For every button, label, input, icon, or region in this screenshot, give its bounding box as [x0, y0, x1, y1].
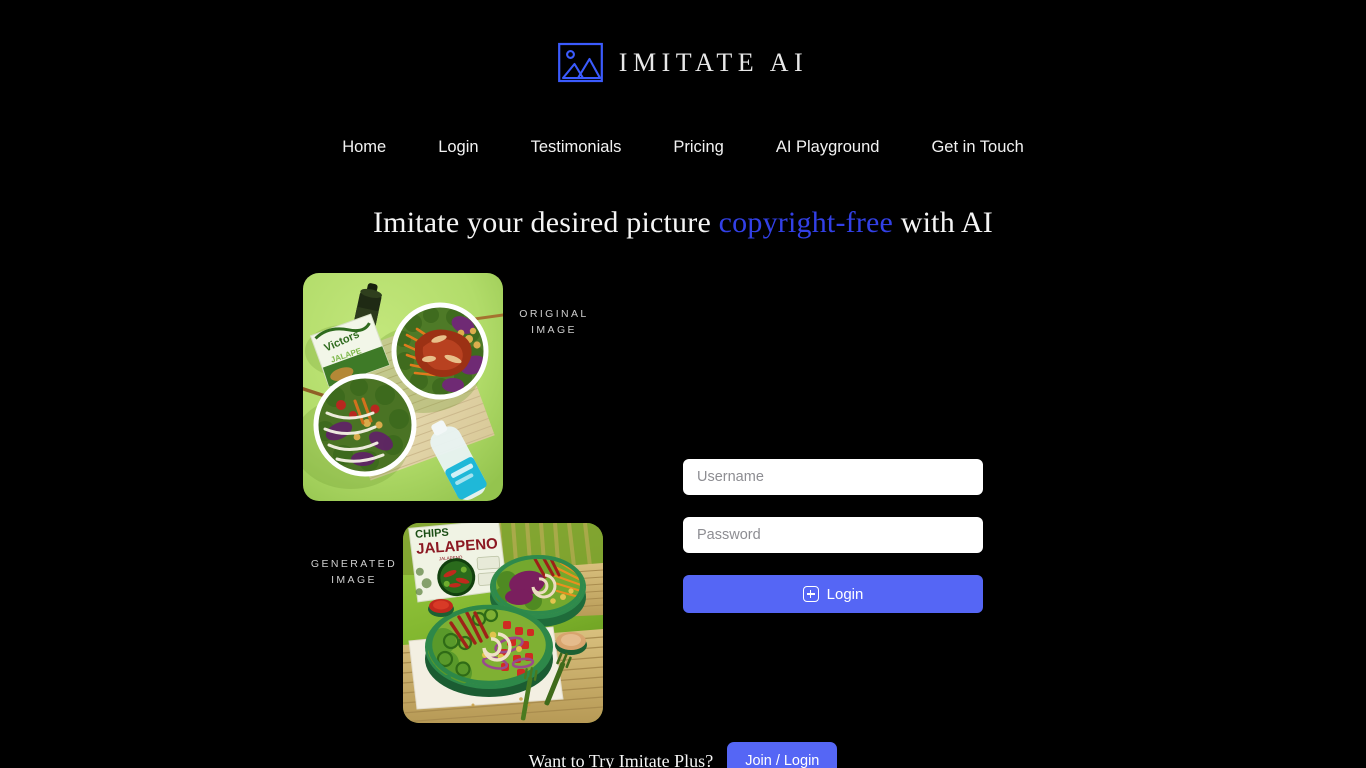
generated-image-label: GENERATED IMAGE — [310, 556, 398, 588]
image-picture-icon — [557, 42, 603, 83]
login-form: Login — [683, 459, 983, 613]
site-logo[interactable]: IMITATE AI — [0, 40, 1366, 85]
original-image-artwork: Victors JALAPE — [303, 273, 503, 501]
page-title: Imitate your desired picture copyright-f… — [0, 206, 1366, 240]
generated-image-label-line1: GENERATED — [310, 558, 398, 570]
nav-item-get-in-touch[interactable]: Get in Touch — [905, 136, 1049, 159]
login-button-label: Login — [826, 585, 864, 603]
generated-image: CHIPS JALAPENO JALAPENO — [403, 523, 603, 723]
nav-item-ai-playground[interactable]: AI Playground — [750, 136, 906, 159]
nav-item-testimonials[interactable]: Testimonials — [505, 136, 648, 159]
password-input[interactable] — [683, 517, 983, 553]
username-input[interactable] — [683, 459, 983, 495]
headline-part-before: Imitate your desired picture — [372, 206, 719, 239]
footer-cta-text: Want to Try Imitate Plus? — [528, 750, 714, 768]
login-button[interactable]: Login — [683, 575, 983, 613]
generated-image-artwork: CHIPS JALAPENO JALAPENO — [403, 523, 603, 723]
footer-cta: Want to Try Imitate Plus? Join / Login — [0, 742, 1366, 768]
join-login-button[interactable]: Join / Login — [727, 742, 838, 768]
main-navigation: Home Login Testimonials Pricing AI Playg… — [0, 136, 1366, 159]
original-image: Victors JALAPE — [303, 273, 503, 501]
original-image-label: ORIGINAL IMAGE — [510, 306, 598, 338]
nav-item-login[interactable]: Login — [412, 136, 504, 159]
original-image-label-line2: IMAGE — [531, 324, 577, 336]
headline-part-after: with AI — [893, 206, 993, 239]
generated-image-label-line2: IMAGE — [331, 574, 377, 586]
nav-item-home[interactable]: Home — [316, 136, 412, 159]
headline-accent: copyright-free — [718, 206, 894, 239]
plus-square-icon — [802, 586, 819, 602]
nav-item-pricing[interactable]: Pricing — [647, 136, 749, 159]
logo-text: IMITATE AI — [618, 47, 809, 77]
original-image-label-line1: ORIGINAL — [519, 308, 589, 320]
